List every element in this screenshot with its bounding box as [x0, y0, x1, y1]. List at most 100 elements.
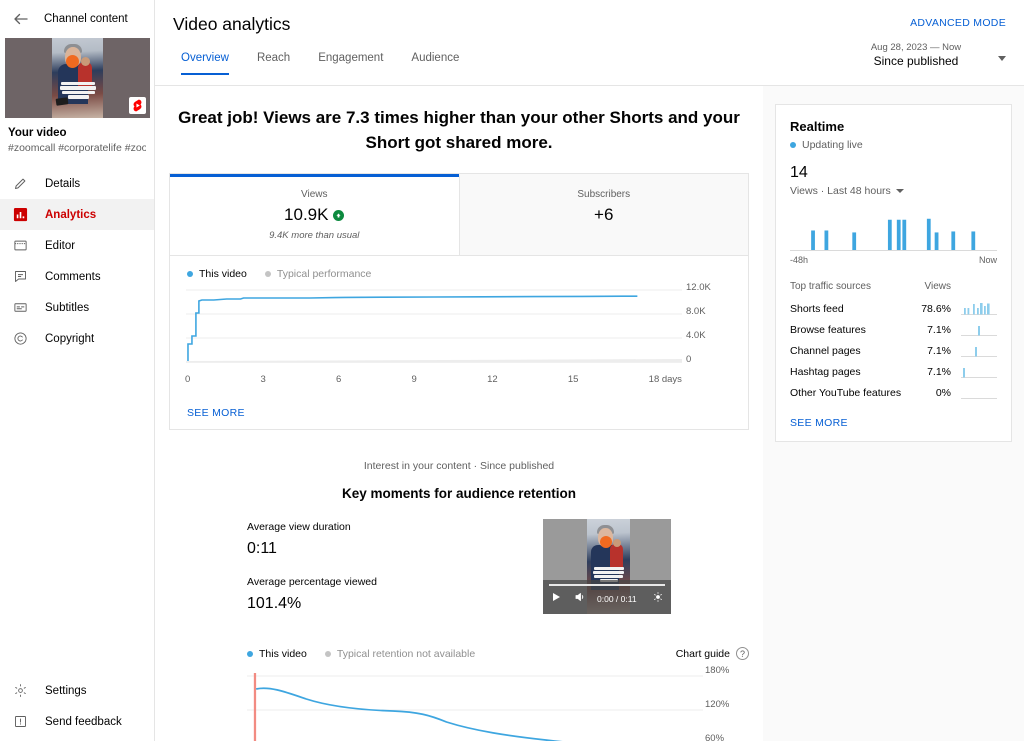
video-description: #zoomcall #corporatelife #zoomme… [8, 142, 146, 154]
tab-reach[interactable]: Reach [243, 52, 304, 75]
sidebar-bottom-nav: Settings Send feedback [0, 675, 154, 741]
gear-icon [12, 682, 29, 699]
sidebar-item-subtitles[interactable]: Subtitles [0, 292, 154, 323]
tab-engagement[interactable]: Engagement [304, 52, 397, 75]
volume-icon[interactable] [574, 590, 586, 608]
x-tick-label: 9 [411, 374, 417, 386]
legend-dot-icon [324, 650, 331, 657]
sidebar-item-comments[interactable]: Comments [0, 261, 154, 292]
views-chart-legend: This video Typical performance [184, 268, 734, 280]
avg-view-duration-label: Average view duration [247, 521, 351, 534]
copyright-icon [12, 330, 29, 347]
tab-audience[interactable]: Audience [397, 52, 473, 75]
legend-dot-icon [247, 650, 253, 657]
y-tick-label: 60% [705, 733, 725, 741]
player-time-display: 0:00 / 0:11 [597, 594, 637, 605]
realtime-sparkline-chart[interactable] [790, 209, 997, 251]
live-dot-icon [790, 142, 796, 148]
views-chart-section: This video Typical performance 12.0K 8.0… [170, 256, 748, 393]
avg-view-duration-value: 0:11 [247, 540, 277, 558]
sidebar-item-settings[interactable]: Settings [0, 675, 154, 706]
typical-performance-area [187, 359, 682, 363]
sidebar-item-label: Comments [45, 270, 101, 283]
video-player-preview[interactable]: 0:00 / 0:11 [543, 519, 671, 615]
player-control-row: 0:00 / 0:11 [543, 589, 671, 609]
retention-y-axis: 180% 120% 60% [705, 665, 741, 741]
overview-body: Great job! Views are 7.3 times higher th… [155, 86, 1024, 741]
advanced-mode-button[interactable]: ADVANCED MODE [910, 17, 1006, 29]
sidebar-header: Channel content [0, 0, 154, 38]
traffic-header-views: Views [924, 281, 952, 292]
video-thumbnail[interactable] [5, 38, 150, 118]
overview-left-column: Great job! Views are 7.3 times higher th… [155, 86, 763, 741]
table-row[interactable]: Channel pages 7.1% [790, 344, 997, 357]
editor-icon [12, 237, 29, 254]
legend-typical-performance[interactable]: Typical performance [264, 268, 372, 281]
realtime-views-caption-label: Views · Last 48 hours [790, 185, 891, 197]
traffic-source-name: Other YouTube features [790, 386, 902, 399]
chart-guide-button[interactable]: Chart guide ? [675, 647, 749, 661]
metric-subtext: 9.4K more than usual [269, 230, 360, 242]
sidebar-item-label: Analytics [45, 208, 97, 221]
help-icon[interactable]: ? [736, 647, 749, 661]
sidebar-item-details[interactable]: Details [0, 168, 154, 199]
y-tick-label: 8.0K [686, 306, 706, 318]
realtime-axis-left: -48h [790, 255, 809, 265]
realtime-see-more-button[interactable]: SEE MORE [790, 417, 997, 429]
thumb-orange-object [66, 55, 79, 68]
player-progress-bar[interactable] [549, 584, 665, 587]
sidebar-item-analytics[interactable]: Analytics [0, 199, 154, 230]
table-row[interactable]: Hashtag pages 7.1% [790, 365, 997, 378]
chart-guide-label: Chart guide [675, 647, 730, 660]
sidebar-item-send-feedback[interactable]: Send feedback [0, 706, 154, 737]
player-settings-gear-icon[interactable] [652, 590, 664, 608]
y-tick-label: 4.0K [686, 330, 706, 342]
metric-views[interactable]: Views 10.9K 9.4K more than usual [170, 174, 459, 256]
retention-legend: This video Typical retention not availab… [247, 647, 749, 661]
legend-label: This video [259, 647, 307, 660]
metric-row: Views 10.9K 9.4K more than usual Subscri… [170, 174, 748, 257]
sidebar-item-label: Send feedback [45, 715, 122, 728]
traffic-source-value: 7.1% [927, 323, 951, 336]
retention-line-chart[interactable]: 180% 120% 60% [247, 665, 729, 741]
views-see-more-button[interactable]: SEE MORE [170, 393, 748, 429]
sidebar-item-label: Copyright [45, 332, 95, 345]
key-moments-stats: Average view duration 0:11 Average perce… [247, 519, 543, 631]
table-row[interactable]: Other YouTube features 0% [790, 386, 997, 399]
sidebar-header-title: Channel content [44, 13, 128, 25]
metric-value-wrap: 10.9K [170, 205, 459, 225]
sidebar-item-label: Settings [45, 684, 87, 697]
realtime-views-caption[interactable]: Views · Last 48 hours [790, 185, 997, 197]
legend-this-video[interactable]: This video [187, 268, 247, 280]
legend-this-video-retention[interactable]: This video [247, 648, 307, 660]
x-tick-label: 0 [185, 374, 191, 386]
table-row[interactable]: Browse features 7.1% [790, 323, 997, 336]
y-tick-label: 0 [686, 354, 692, 366]
sidebar-nav: Details Analytics Editor Comments Subtit… [0, 168, 154, 354]
sidebar-item-editor[interactable]: Editor [0, 230, 154, 261]
metric-subscribers[interactable]: Subscribers +6 [458, 174, 748, 256]
tab-overview[interactable]: Overview [171, 52, 243, 75]
sidebar-item-label: Details [45, 177, 81, 190]
x-tick-label: 18 days [648, 374, 682, 386]
back-arrow-icon[interactable] [12, 10, 30, 28]
realtime-axis: -48h Now [790, 255, 997, 265]
table-row[interactable]: Shorts feed 78.6% [790, 302, 997, 315]
avg-percentage-viewed-label: Average percentage viewed [247, 576, 377, 589]
x-tick-label: 15 [567, 374, 579, 386]
legend-label: Typical performance [276, 268, 372, 281]
avg-percentage-viewed-value: 101.4% [247, 595, 302, 613]
traffic-source-value: 78.6% [921, 302, 951, 315]
date-range-selector[interactable]: Aug 28, 2023 — Now Since published [826, 42, 1006, 68]
sidebar-item-label: Subtitles [45, 301, 90, 314]
realtime-sparkline-svg [811, 218, 976, 250]
y-tick-label: 180% [705, 665, 730, 677]
play-icon[interactable] [550, 590, 562, 608]
sidebar-item-copyright[interactable]: Copyright [0, 323, 154, 354]
retention-chart-svg [247, 673, 703, 741]
views-line-chart[interactable]: 12.0K 8.0K 4.0K 0 [186, 282, 711, 370]
video-meta: Your video #zoomcall #corporatelife #zoo… [0, 118, 154, 156]
x-tick-label: 3 [260, 374, 266, 386]
analytics-icon [12, 206, 29, 223]
traffic-source-sparkline [961, 323, 997, 336]
